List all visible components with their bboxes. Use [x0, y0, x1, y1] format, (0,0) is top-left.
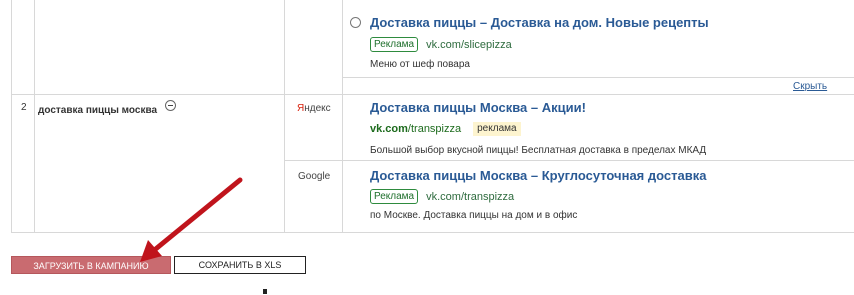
- ad-title-link[interactable]: Доставка пиццы – Доставка на дом. Новые …: [370, 15, 709, 30]
- partial-glyph: [263, 289, 267, 294]
- page: Доставка пиццы – Доставка на дом. Новые …: [0, 0, 854, 295]
- save-xls-button[interactable]: СОХРАНИТЬ В XLS: [174, 256, 306, 274]
- ad-badge: Реклама: [370, 189, 419, 204]
- ad-description: по Москве. Доставка пиццы на дом и в офи…: [370, 210, 578, 221]
- remove-circle-icon[interactable]: [165, 100, 176, 111]
- column-divider: [284, 0, 285, 233]
- ad-url-path: /transpizza: [407, 123, 462, 135]
- hide-link[interactable]: Скрыть: [793, 81, 827, 92]
- upload-to-campaign-button[interactable]: ЗАГРУЗИТЬ В КАМПАНИЮ: [11, 256, 171, 274]
- keyword-label: доставка пиццы москва: [38, 105, 158, 116]
- ad-url: vk.com/transpizza: [426, 190, 515, 203]
- ad-url: vk.com/slicepizza: [426, 38, 512, 51]
- row-divider: [342, 77, 854, 78]
- row-divider: [11, 94, 854, 95]
- ad-title-link[interactable]: Доставка пиццы Москва – Круглосуточная д…: [370, 168, 706, 183]
- ad-description: Большой выбор вкусной пиццы! Бесплатная …: [370, 145, 707, 156]
- ad-url-domain: vk.com: [370, 123, 408, 135]
- ad-badge: Реклама: [370, 37, 419, 52]
- ad-badge: реклама: [473, 122, 521, 136]
- search-engine-yandex: Яндекс: [297, 103, 331, 114]
- row-divider: [284, 160, 854, 161]
- ad-description: Меню от шеф повара: [370, 59, 470, 70]
- ad-url: vk.com/transpizza: [370, 123, 461, 135]
- ad-select-radio[interactable]: [350, 17, 361, 28]
- search-engine-google: Google: [298, 171, 331, 182]
- row-number: 2: [21, 102, 27, 113]
- ad-url-row: Реклама vk.com/slicepizza: [370, 37, 512, 52]
- column-divider: [342, 0, 343, 233]
- ad-url-row: vk.com/transpizza реклама: [370, 122, 521, 136]
- column-divider: [34, 0, 35, 233]
- ad-url-row: Реклама vk.com/transpizza: [370, 189, 514, 204]
- ad-title-link[interactable]: Доставка пиццы Москва – Акции!: [370, 100, 586, 115]
